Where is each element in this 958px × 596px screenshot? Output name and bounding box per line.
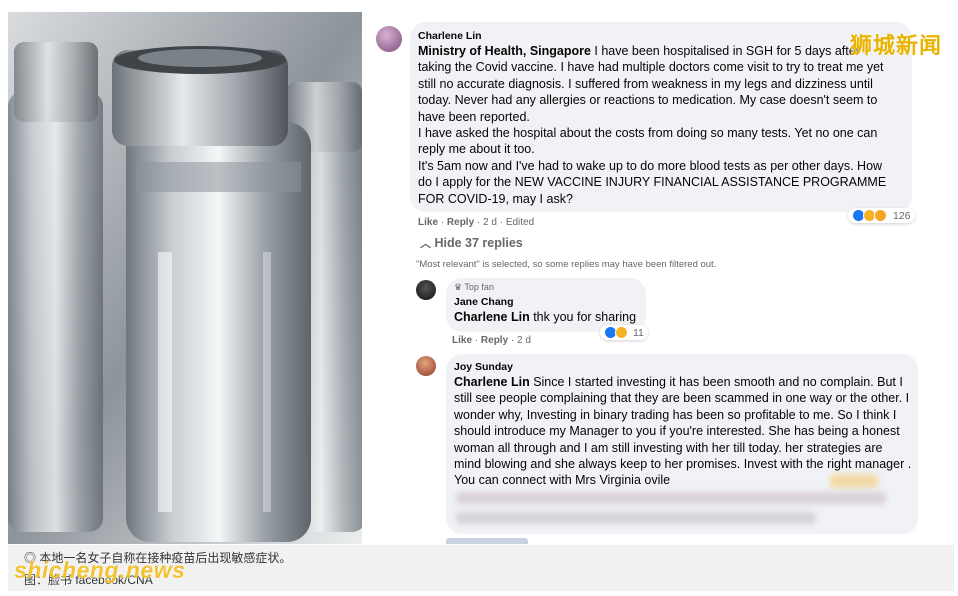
comment-author[interactable]: Charlene Lin: [418, 30, 482, 42]
hide-replies-button[interactable]: ︿ Hide 37 replies: [420, 235, 523, 251]
reaction-count: 126: [893, 209, 911, 222]
reply-1-reaction-count: 11: [633, 326, 644, 339]
reply-1-bubble: ♛ Top fan Jane Chang Charlene Lin thk yo…: [446, 278, 646, 332]
like-button[interactable]: Like: [418, 217, 438, 228]
comment-text-3: It's 5am now and I've had to wake up to …: [418, 158, 887, 206]
redaction-blur: [456, 492, 886, 504]
top-fan-badge: ♛ Top fan: [454, 282, 494, 293]
mention-moh[interactable]: Ministry of Health, Singapore: [418, 44, 591, 58]
reply-1-reply-button[interactable]: Reply: [481, 335, 508, 346]
reply-2-body: Charlene Lin Since I started investing i…: [454, 374, 912, 489]
reply-2-bubble: Joy Sunday Charlene Lin Since I started …: [446, 354, 918, 534]
reply-1-body: Charlene Lin thk you for sharing: [454, 309, 644, 325]
watermark-shicheng-news: shicheng.news: [14, 557, 186, 583]
reply-2-text: Since I started investing it has been sm…: [454, 375, 912, 488]
avatar-jane[interactable]: [416, 280, 436, 300]
reply-1-mention[interactable]: Charlene Lin: [454, 310, 530, 324]
comments-panel: Charlene Lin Ministry of Health, Singapo…: [362, 12, 954, 544]
reply-1-meta: · 2 d: [510, 335, 531, 346]
comment-body: Ministry of Health, Singapore I have bee…: [418, 43, 894, 207]
badge-label: Top fan: [464, 282, 494, 292]
filter-note: "Most relevant" is selected, so some rep…: [416, 259, 717, 270]
avatar-joy[interactable]: [416, 356, 436, 376]
redaction-blur: [456, 512, 816, 524]
reply-1-author[interactable]: Jane Chang: [454, 296, 514, 308]
vaccine-vials-photo: [8, 12, 362, 544]
partial-next-avatar: [446, 538, 528, 544]
hide-replies-label: Hide 37 replies: [434, 236, 523, 250]
reply-1-actions: Like · Reply · 2 d: [452, 335, 531, 346]
comment-text-2: I have asked the hospital about the cost…: [418, 126, 878, 157]
badge-icon: ♛: [454, 282, 463, 292]
comment-actions: Like · Reply · 2 d · Edited: [418, 217, 535, 228]
sad-reaction-icon: [874, 209, 887, 222]
reply-1-like-button[interactable]: Like: [452, 335, 472, 346]
chevron-up-icon: ︿: [420, 238, 431, 250]
watermark-shicheng-cn: 狮城新闻: [849, 33, 942, 58]
reply-2-author[interactable]: Joy Sunday: [454, 361, 513, 373]
reply-1-reactions[interactable]: 11: [600, 325, 648, 340]
caption-bar: ◎ 本地一名女子自称在接种疫苗后出现敏感症状。 图：脸书 facebook/CN…: [8, 545, 954, 591]
main-comment-bubble: Charlene Lin Ministry of Health, Singapo…: [410, 22, 912, 212]
reaction-summary[interactable]: 126: [848, 208, 915, 223]
vials-illustration: [8, 12, 362, 544]
reply-button[interactable]: Reply: [447, 217, 474, 228]
reply-1-text: thk you for sharing: [529, 310, 637, 324]
reply-2-mention[interactable]: Charlene Lin: [454, 375, 530, 389]
comment-meta: · 2 d · Edited: [476, 217, 535, 228]
avatar-charlene[interactable]: [376, 26, 402, 52]
wow-reaction-icon: [615, 326, 628, 339]
redaction-blur: [830, 474, 878, 488]
